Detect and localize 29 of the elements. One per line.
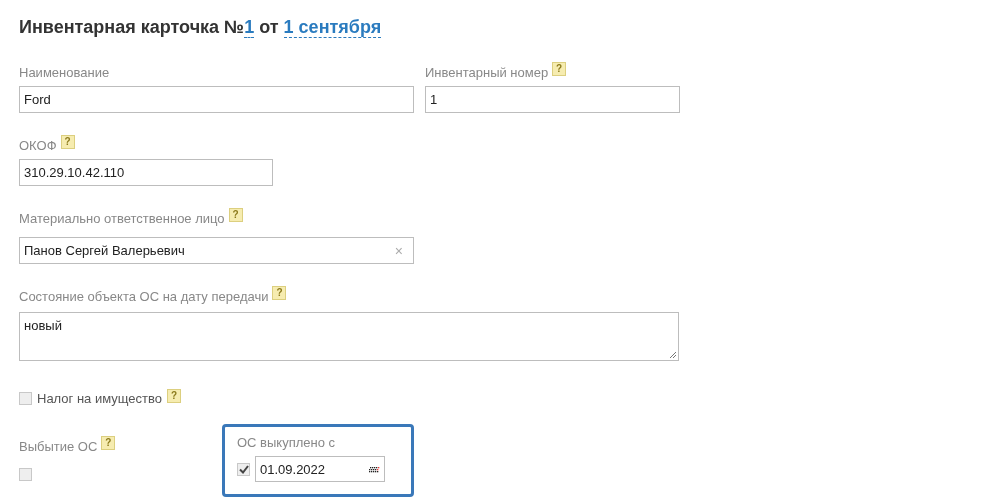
field-label: ОКОФ [19,137,57,153]
help-icon[interactable]: ? [60,135,75,149]
resize-handle-icon[interactable] [669,351,677,359]
field-label: Состояние объекта ОС на дату передачи [19,288,269,304]
help-icon[interactable]: ? [552,62,567,76]
select-field[interactable]: Панов Сергей Валерьевич × [19,237,414,264]
checkbox-label: Налог на имущество [37,391,163,406]
help-icon[interactable]: ? [228,208,243,222]
card-title: Инвентарная карточка №1 от 1 сентября [19,16,383,39]
date-link[interactable]: 1 сентября [283,17,382,38]
help-icon[interactable]: ? [272,286,287,300]
text-field[interactable]: 1 [425,86,680,113]
text-area[interactable]: новый [19,312,679,361]
field-label: ОС выкуплено с [237,434,336,450]
field-label: Материально ответственное лицо [19,210,225,226]
help-icon[interactable]: ? [167,388,182,403]
number-link[interactable]: 1 [244,17,255,38]
text-field[interactable]: 310.29.10.42.110 [19,159,273,186]
field-label: Выбытие ОС [19,438,98,454]
help-icon[interactable]: ? [101,436,116,450]
checkbox[interactable] [237,462,250,476]
checkbox[interactable] [19,392,32,405]
field-label: Инвентарный номер [425,64,549,80]
text-field[interactable]: Ford [19,86,414,113]
date-field[interactable]: 01.09.2022 [255,456,385,482]
field-label: Наименование [19,64,110,80]
calendar-icon[interactable] [369,465,380,473]
clear-button[interactable]: × [394,242,409,259]
checkbox[interactable] [19,468,32,481]
